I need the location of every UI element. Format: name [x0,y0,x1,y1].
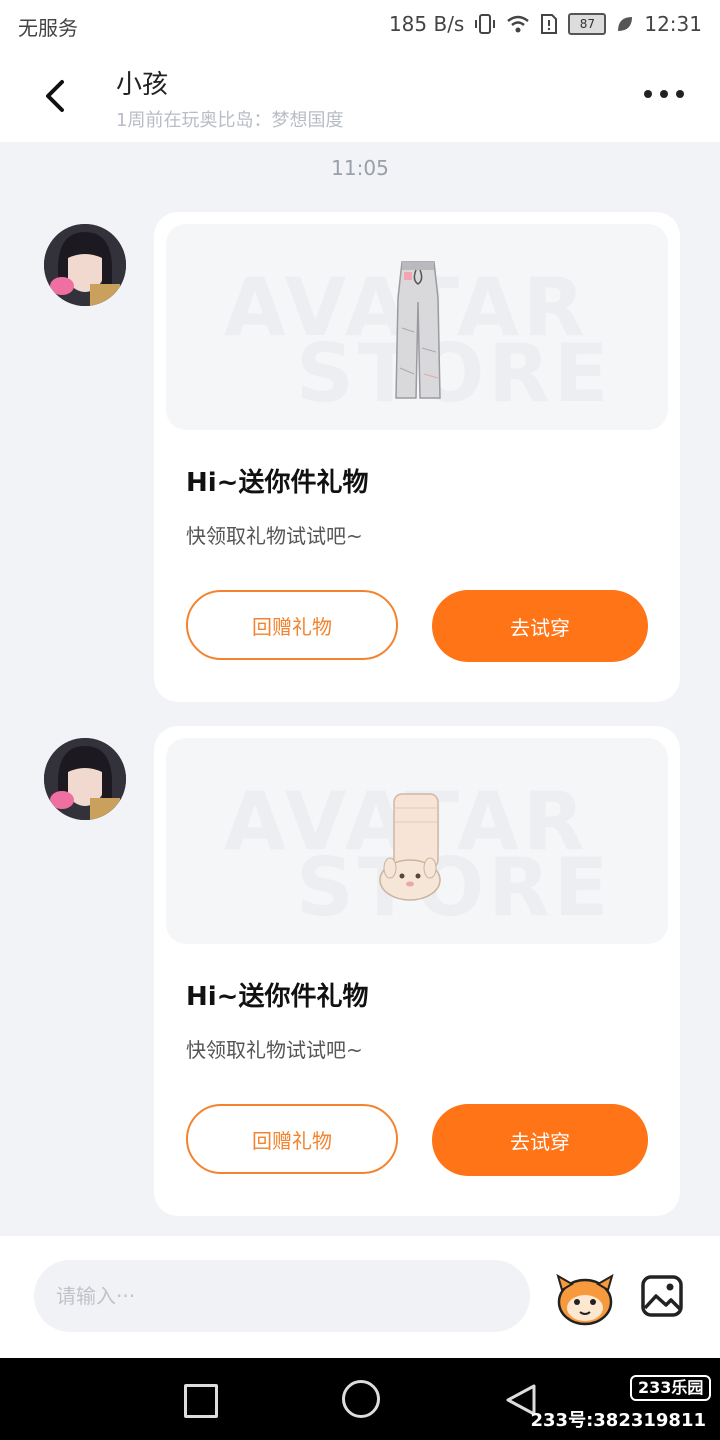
chevron-left-icon [46,80,64,112]
mascot-icon [556,1273,614,1326]
dot-icon [660,90,668,98]
system-nav-bar: 233乐园 233号:382319811 [0,1358,720,1440]
chat-header: 小孩 1周前在玩奥比岛：梦想国度 [0,50,720,142]
gift-description: 快领取礼物试试吧~ [186,1038,363,1062]
return-gift-button[interactable]: 回赠礼物 [186,1104,398,1174]
contact-status: 1周前在玩奥比岛：梦想国度 [116,110,344,131]
leaf-icon [618,17,633,31]
gift-description: 快领取礼物试试吧~ [186,524,363,548]
message-input-bar [0,1236,720,1358]
dot-icon [676,90,684,98]
return-gift-button[interactable]: 回赠礼物 [186,590,398,660]
message-input[interactable] [34,1260,530,1332]
recents-button[interactable] [184,1384,218,1418]
store-watermark: STORE [296,327,613,420]
status-bar: 无服务 185 B/s 87 12:31 [0,0,720,50]
network-speed: 185 B/s [388,12,465,36]
home-button[interactable] [342,1380,380,1418]
status-indicators: 185 B/s 87 12:31 [389,12,702,36]
pants-item-image [395,261,441,399]
avatar-image [44,738,126,820]
dot-icon [644,90,652,98]
sender-avatar[interactable] [44,738,126,820]
battery-indicator: 87 [568,13,607,35]
more-options-button[interactable] [644,84,684,104]
try-on-button[interactable]: 去试穿 [432,590,648,662]
sender-avatar[interactable] [44,224,126,306]
gift-preview[interactable]: AVATAR STORE [166,738,668,944]
try-on-button[interactable]: 去试穿 [432,1104,648,1176]
carrier-label: 无服务 [18,16,78,40]
gift-card: AVATAR STORE Hi~送你件礼物 快领取礼物试试吧~ 回赠礼物 去试穿 [154,212,680,702]
socks-item-image [379,793,441,901]
vibrate-icon [475,14,496,34]
back-button[interactable] [36,74,76,118]
chat-area[interactable]: 11:05 AVATAR STORE Hi~送你件礼物 [0,142,720,1236]
image-picker-button[interactable] [640,1274,684,1318]
site-watermark-id: 233号:382319811 [530,1410,707,1431]
gift-title: Hi~送你件礼物 [186,468,369,498]
emoji-button[interactable] [554,1270,616,1326]
gift-preview[interactable]: AVATAR STORE [166,224,668,430]
site-watermark-badge: 233乐园 [630,1375,712,1401]
wifi-icon [507,15,530,33]
avatar-image [44,224,126,306]
gift-title: Hi~送你件礼物 [186,982,369,1012]
sim-alert-icon [541,14,558,34]
gift-card: AVATAR STORE Hi~送你件礼物 快领取礼物试试吧~ 回赠礼物 去试穿 [154,726,680,1216]
message-timestamp: 11:05 [331,156,389,180]
store-watermark: STORE [296,841,613,934]
contact-name: 小孩 [116,70,169,100]
image-icon [641,1275,683,1317]
clock: 12:31 [644,12,702,36]
